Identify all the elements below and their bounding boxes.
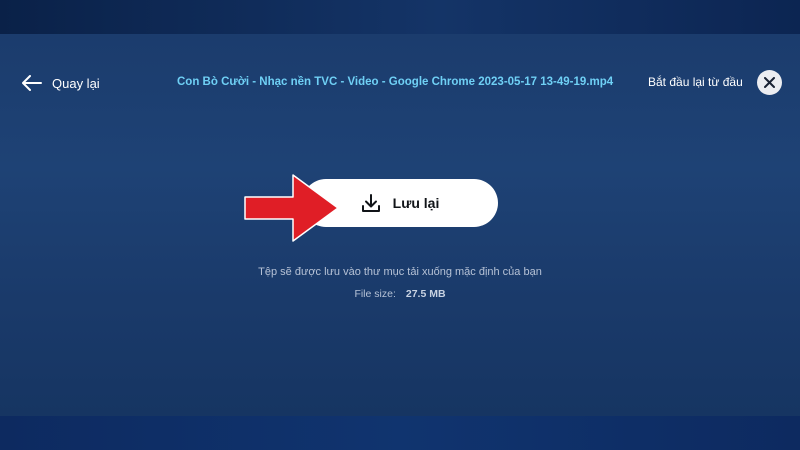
file-size-label: File size:: [354, 288, 396, 300]
file-size-row: File size: 27.5 MB: [0, 288, 800, 300]
back-button[interactable]: Quay lại: [22, 72, 100, 94]
save-location-info: Tệp sẽ được lưu vào thư mục tải xuống mặ…: [258, 266, 542, 278]
red-arrow-annotation: [244, 174, 339, 242]
file-title: Con Bò Cười - Nhạc nền TVC - Video - Goo…: [177, 76, 614, 88]
back-label: Quay lại: [52, 75, 100, 91]
top-band: [0, 0, 800, 34]
close-button[interactable]: [757, 70, 782, 95]
save-label: Lưu lại: [392, 195, 440, 211]
download-icon: [361, 194, 380, 212]
arrow-left-icon: [22, 75, 42, 91]
close-icon: [764, 77, 775, 88]
file-size-value: 27.5 MB: [405, 288, 446, 300]
restart-button[interactable]: Bắt đầu lại từ đầu: [648, 75, 743, 89]
bottom-band: [0, 416, 800, 450]
